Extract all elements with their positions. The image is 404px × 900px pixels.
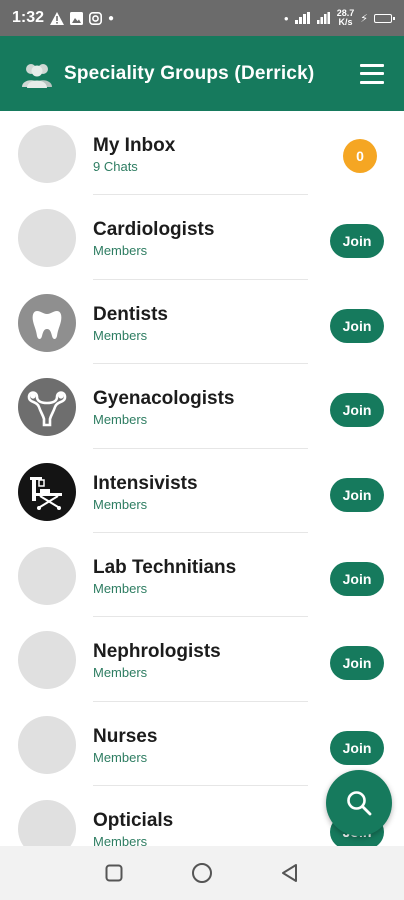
back-button[interactable] xyxy=(278,861,302,885)
square-icon xyxy=(105,864,123,882)
home-button[interactable] xyxy=(190,861,214,885)
page-title: Speciality Groups (Derrick) xyxy=(64,62,315,84)
battery-icon xyxy=(374,13,395,23)
charging-icon: ⚡ xyxy=(360,12,368,25)
list-item[interactable]: Intensivists Members Join xyxy=(0,449,404,533)
avatar-placeholder xyxy=(18,546,76,605)
dot-icon: ● xyxy=(108,12,115,24)
group-subtitle: Members xyxy=(93,665,148,681)
group-title: Gyenacologists xyxy=(93,388,235,410)
list-item[interactable]: Cardiologists Members Join xyxy=(0,195,404,280)
signal-icon xyxy=(316,12,330,24)
avatar-placeholder xyxy=(18,715,76,774)
list-item[interactable]: Gyenacologists Members Join xyxy=(0,364,404,449)
menu-icon[interactable] xyxy=(360,63,384,84)
avatar-placeholder xyxy=(18,631,76,690)
warning-icon xyxy=(50,11,65,25)
back-triangle-icon xyxy=(282,864,297,882)
status-bar: 1:32 ● ● 28.7 K/s ⚡ xyxy=(0,0,404,36)
group-subtitle: Members xyxy=(93,834,148,846)
search-button[interactable] xyxy=(326,770,392,836)
join-button[interactable]: Join xyxy=(330,730,384,765)
group-list: My Inbox 9 Chats 0 Cardiologists Members… xyxy=(0,111,404,846)
join-button[interactable]: Join xyxy=(330,393,384,428)
avatar-placeholder xyxy=(18,125,76,183)
list-item[interactable]: Dentists Members Join xyxy=(0,280,404,365)
unread-badge: 0 xyxy=(343,139,377,173)
icu-bed-icon xyxy=(18,462,76,521)
group-title: Cardiologists xyxy=(93,219,215,241)
status-time: 1:32 xyxy=(12,9,45,26)
recents-button[interactable] xyxy=(102,861,126,885)
inbox-item[interactable]: My Inbox 9 Chats 0 xyxy=(0,111,404,196)
tooth-icon xyxy=(18,293,76,352)
join-button[interactable]: Join xyxy=(330,561,384,596)
group-subtitle: Members xyxy=(93,243,148,259)
network-speed: 28.7 K/s xyxy=(337,9,355,27)
dot-icon: ● xyxy=(283,13,289,23)
system-nav-bar xyxy=(0,846,404,900)
group-title: Nurses xyxy=(93,725,158,747)
inbox-title: My Inbox xyxy=(93,135,176,156)
group-title: Lab Technitians xyxy=(93,556,237,578)
group-title: Opticials xyxy=(93,810,174,832)
network-speed-unit: K/s xyxy=(338,17,353,27)
join-button[interactable]: Join xyxy=(330,477,384,512)
uterus-icon xyxy=(18,378,76,437)
app-bar: Speciality Groups (Derrick) xyxy=(0,36,404,111)
circle-icon xyxy=(192,863,212,883)
group-icon xyxy=(22,63,52,88)
list-item[interactable]: Lab Technitians Members Join xyxy=(0,533,404,618)
group-subtitle: Members xyxy=(93,749,148,765)
image-icon xyxy=(70,11,84,25)
group-subtitle: Members xyxy=(93,327,148,343)
group-title: Dentists xyxy=(93,303,168,325)
avatar-placeholder xyxy=(18,800,76,846)
join-button[interactable]: Join xyxy=(330,308,384,343)
group-title: Intensivists xyxy=(93,472,198,494)
join-button[interactable]: Join xyxy=(330,224,384,259)
group-subtitle: Members xyxy=(93,496,148,512)
group-subtitle: Members xyxy=(93,412,148,428)
avatar-placeholder xyxy=(18,209,76,268)
join-button[interactable]: Join xyxy=(330,646,384,681)
inbox-subtitle: 9 Chats xyxy=(93,159,138,174)
group-subtitle: Members xyxy=(93,580,148,596)
signal-icon xyxy=(294,12,310,24)
group-title: Nephrologists xyxy=(93,641,221,663)
instagram-icon xyxy=(89,11,103,25)
search-icon xyxy=(347,791,372,816)
list-item[interactable]: Nephrologists Members Join xyxy=(0,617,404,702)
